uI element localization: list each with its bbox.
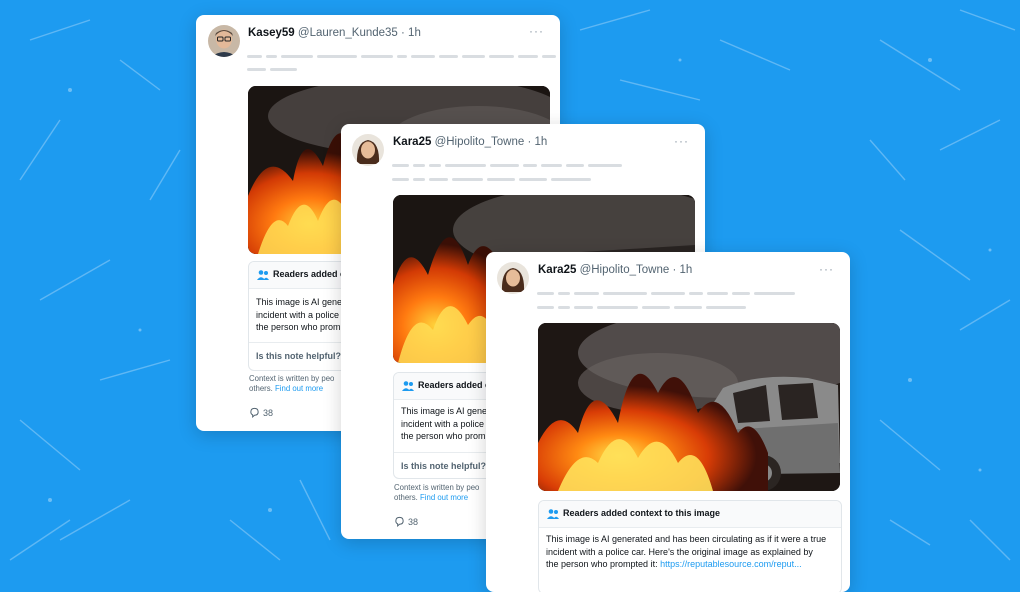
reply-button[interactable]: 38 <box>249 407 273 418</box>
tweet-image[interactable] <box>538 323 840 491</box>
avatar[interactable] <box>497 262 529 294</box>
footer-prefix: others. <box>394 493 418 502</box>
community-note: Readers added context to this image This… <box>538 500 842 592</box>
avatar-woman-icon <box>352 134 384 166</box>
note-text-line: This image is AI generated and has been … <box>546 534 827 544</box>
avatar-woman-icon <box>497 262 529 294</box>
burning-car-image-icon <box>538 323 840 491</box>
reply-bubble-icon <box>395 516 404 527</box>
note-footer: Context is written by peo others. Find o… <box>394 483 479 503</box>
reply-count: 38 <box>263 407 274 418</box>
note-title: Readers added context to this image <box>563 508 721 518</box>
reply-bubble-icon <box>250 407 259 418</box>
avatar[interactable] <box>352 134 384 166</box>
people-icon <box>402 381 414 391</box>
helpful-label[interactable]: Is this note helpful? <box>256 351 341 361</box>
note-text-line: the person who prompted it: <box>546 559 661 569</box>
footer-line: Context is written by peo <box>249 374 335 383</box>
redacted-text-line <box>247 68 297 71</box>
redacted-text-line <box>537 292 795 295</box>
display-name[interactable]: Kara25 <box>538 264 576 276</box>
avatar[interactable] <box>208 25 240 57</box>
note-text-line: incident with a police car. Here's the o… <box>546 546 813 557</box>
find-out-more-link[interactable]: Find out more <box>420 493 468 502</box>
timestamp: · 1h <box>401 27 421 39</box>
redacted-text-line <box>392 164 622 167</box>
avatar-man-glasses-icon <box>208 25 240 57</box>
timestamp: · 1h <box>527 136 548 148</box>
reply-button[interactable]: 38 <box>394 516 418 527</box>
more-options-icon[interactable]: ··· <box>529 24 544 38</box>
note-title: Readers added co <box>418 380 496 390</box>
source-link[interactable]: https://reputablesource.com/reput... <box>660 559 802 569</box>
display-name[interactable]: Kara25 <box>393 136 431 148</box>
user-handle[interactable]: @Hipolito_Towne <box>435 136 525 148</box>
user-handle[interactable]: @Lauren_Kunde35 <box>298 27 398 39</box>
find-out-more-link[interactable]: Find out more <box>275 384 323 393</box>
user-handle[interactable]: @Hipolito_Towne <box>580 264 670 276</box>
note-title: Readers added co <box>273 269 351 279</box>
redacted-text-line <box>392 178 591 181</box>
display-name[interactable]: Kasey59 <box>248 27 295 39</box>
note-footer: Context is written by peo others. Find o… <box>249 374 334 394</box>
reply-count: 38 <box>408 516 419 527</box>
helpful-label[interactable]: Is this note helpful? <box>401 461 486 471</box>
redacted-text-line <box>537 306 746 309</box>
more-options-icon[interactable]: ··· <box>819 262 834 276</box>
people-icon <box>547 509 559 519</box>
footer-prefix: others. <box>249 384 273 393</box>
more-options-icon[interactable]: ··· <box>674 134 689 148</box>
people-icon <box>257 270 269 280</box>
footer-line: Context is written by peo <box>394 483 480 492</box>
timestamp: · 1h <box>672 264 693 276</box>
tweet-card-3[interactable]: Kara25 @Hipolito_Towne · 1h ··· Readers … <box>486 252 850 592</box>
redacted-text-line <box>247 55 556 58</box>
